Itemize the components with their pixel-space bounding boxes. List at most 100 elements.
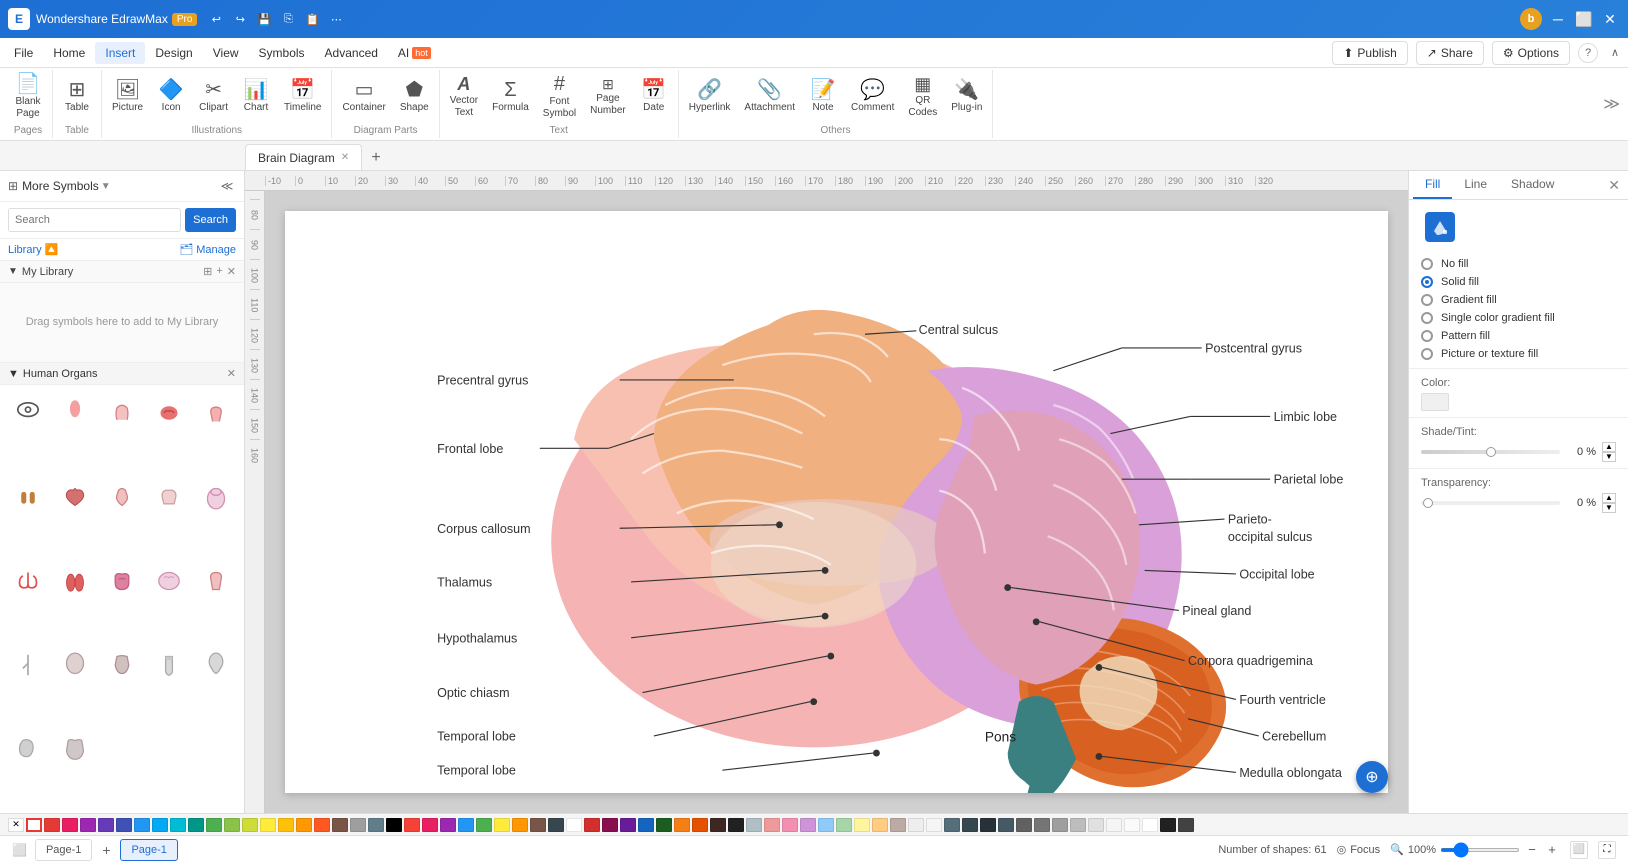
search-button[interactable]: Search bbox=[185, 208, 236, 232]
chart-btn[interactable]: 📊 Chart bbox=[236, 71, 276, 123]
list-item[interactable] bbox=[99, 558, 144, 603]
color-swatch-bar-item[interactable] bbox=[872, 818, 888, 832]
picture-texture-fill-option[interactable]: Picture or texture fill bbox=[1421, 348, 1616, 360]
color-swatch-bar-item[interactable] bbox=[368, 818, 384, 832]
color-swatch-bar-item[interactable] bbox=[44, 818, 60, 832]
fit-page-btn[interactable]: ⬜ bbox=[1570, 841, 1588, 859]
zoom-minus-btn[interactable]: − bbox=[1524, 842, 1540, 858]
collapse-ribbon-btn[interactable]: ∧ bbox=[1606, 44, 1624, 62]
list-item[interactable] bbox=[5, 642, 50, 687]
list-item[interactable] bbox=[5, 474, 50, 519]
my-library-import-icon[interactable]: ⊞ bbox=[203, 265, 212, 278]
vector-text-btn[interactable]: A VectorText bbox=[444, 71, 484, 123]
shade-down-btn[interactable]: ▼ bbox=[1602, 452, 1616, 462]
color-swatch-bar-item[interactable] bbox=[62, 818, 78, 832]
timeline-btn[interactable]: 📅 Timeline bbox=[278, 71, 327, 123]
color-swatch-bar-item[interactable] bbox=[782, 818, 798, 832]
list-item[interactable] bbox=[52, 474, 97, 519]
menu-file[interactable]: File bbox=[4, 42, 43, 64]
list-item[interactable] bbox=[5, 558, 50, 603]
color-swatch-bar-item[interactable] bbox=[674, 818, 690, 832]
color-swatch-bar-item[interactable] bbox=[1088, 818, 1104, 832]
color-swatch-bar-item[interactable] bbox=[530, 818, 546, 832]
list-item[interactable] bbox=[193, 642, 238, 687]
color-swatch-bar-item[interactable] bbox=[188, 818, 204, 832]
page-tab-inactive[interactable]: Page-1 bbox=[35, 839, 92, 861]
menu-view[interactable]: View bbox=[203, 42, 249, 64]
color-swatch-bar-item[interactable] bbox=[314, 818, 330, 832]
color-swatch-bar-item[interactable] bbox=[1160, 818, 1176, 832]
page-tab-active[interactable]: Page-1 bbox=[120, 839, 177, 861]
hyperlink-btn[interactable]: 🔗 Hyperlink bbox=[683, 71, 737, 123]
qr-codes-btn[interactable]: ▦ QRCodes bbox=[902, 71, 943, 123]
color-swatch-bar-item[interactable] bbox=[818, 818, 834, 832]
tab-close-btn[interactable]: ✕ bbox=[341, 152, 349, 163]
panel-expand-btn[interactable]: ≪ bbox=[218, 177, 236, 195]
trans-up-btn[interactable]: ▲ bbox=[1602, 493, 1616, 503]
red-outline-swatch[interactable] bbox=[26, 818, 42, 832]
no-color-swatch[interactable]: ✕ bbox=[8, 818, 24, 832]
zoom-fit-btn[interactable]: ⊕ bbox=[1356, 761, 1388, 793]
color-swatch-display[interactable] bbox=[1421, 393, 1449, 411]
undo-btn[interactable]: ↩ bbox=[207, 10, 225, 28]
color-swatch-bar-item[interactable] bbox=[350, 818, 366, 832]
list-item[interactable] bbox=[99, 390, 144, 435]
color-swatch-bar-item[interactable] bbox=[584, 818, 600, 832]
color-swatch-bar-item[interactable] bbox=[962, 818, 978, 832]
color-swatch-bar-item[interactable] bbox=[386, 818, 402, 832]
more-btn[interactable]: ⋯ bbox=[327, 10, 345, 28]
color-swatch-bar-item[interactable] bbox=[152, 818, 168, 832]
right-panel-close-btn[interactable]: ✕ bbox=[1604, 171, 1624, 199]
list-item[interactable] bbox=[146, 558, 191, 603]
color-swatch-bar-item[interactable] bbox=[494, 818, 510, 832]
menu-insert[interactable]: Insert bbox=[95, 42, 145, 64]
color-swatch-bar-item[interactable] bbox=[242, 818, 258, 832]
list-item[interactable] bbox=[99, 642, 144, 687]
color-swatch-bar-item[interactable] bbox=[260, 818, 276, 832]
color-swatch-bar-item[interactable] bbox=[908, 818, 924, 832]
my-library-section[interactable]: ▼ My Library ⊞ + ✕ bbox=[0, 261, 244, 283]
menu-home[interactable]: Home bbox=[43, 42, 95, 64]
tab-line[interactable]: Line bbox=[1452, 171, 1499, 199]
trans-down-btn[interactable]: ▼ bbox=[1602, 503, 1616, 513]
color-swatch-bar-item[interactable] bbox=[440, 818, 456, 832]
list-item[interactable] bbox=[193, 390, 238, 435]
tab-brain-diagram[interactable]: Brain Diagram ✕ bbox=[245, 144, 362, 170]
page-layout-icon[interactable]: ⬜ bbox=[12, 843, 27, 857]
redo-btn[interactable]: ↪ bbox=[231, 10, 249, 28]
table-btn[interactable]: ⊞ Table bbox=[57, 71, 97, 123]
list-item[interactable] bbox=[193, 474, 238, 519]
color-swatch-bar-item[interactable] bbox=[692, 818, 708, 832]
color-swatch-bar-item[interactable] bbox=[1124, 818, 1140, 832]
color-swatch-bar-item[interactable] bbox=[926, 818, 942, 832]
shade-slider[interactable] bbox=[1421, 450, 1560, 454]
fill-icon-btn[interactable] bbox=[1425, 212, 1455, 242]
color-swatch-bar-item[interactable] bbox=[836, 818, 852, 832]
share-button[interactable]: ↗ Share bbox=[1416, 41, 1484, 65]
color-swatch-bar-item[interactable] bbox=[1034, 818, 1050, 832]
tab-fill[interactable]: Fill bbox=[1413, 171, 1452, 199]
formula-btn[interactable]: Σ Formula bbox=[486, 71, 535, 123]
human-organs-section[interactable]: ▼ Human Organs ✕ bbox=[0, 363, 244, 385]
color-swatch-bar-item[interactable] bbox=[602, 818, 618, 832]
menu-advanced[interactable]: Advanced bbox=[315, 42, 388, 64]
canvas-content[interactable]: Central sulcus Postcentral gyrus Precent… bbox=[265, 191, 1408, 813]
paste-btn[interactable]: 📋 bbox=[303, 10, 321, 28]
focus-btn[interactable]: ◎ Focus bbox=[1337, 843, 1381, 856]
copy-btn[interactable]: ⎘ bbox=[279, 10, 297, 28]
color-swatch-bar-item[interactable] bbox=[548, 818, 564, 832]
maximize-btn[interactable]: ⬜ bbox=[1574, 9, 1594, 29]
tab-shadow[interactable]: Shadow bbox=[1499, 171, 1566, 199]
user-avatar[interactable]: b bbox=[1520, 8, 1542, 30]
color-swatch-bar-item[interactable] bbox=[476, 818, 492, 832]
my-library-add-icon[interactable]: + bbox=[216, 265, 222, 278]
color-swatch-bar-item[interactable] bbox=[890, 818, 906, 832]
minimize-btn[interactable]: ─ bbox=[1548, 9, 1568, 29]
options-button[interactable]: ⚙ Options bbox=[1492, 41, 1570, 65]
color-swatch-bar-item[interactable] bbox=[728, 818, 744, 832]
color-swatch-bar-item[interactable] bbox=[980, 818, 996, 832]
color-swatch-bar-item[interactable] bbox=[1178, 818, 1194, 832]
page-number-btn[interactable]: ⊞ PageNumber bbox=[584, 71, 632, 123]
date-btn[interactable]: 📅 Date bbox=[634, 71, 674, 123]
publish-button[interactable]: ⬆ Publish bbox=[1332, 41, 1407, 65]
